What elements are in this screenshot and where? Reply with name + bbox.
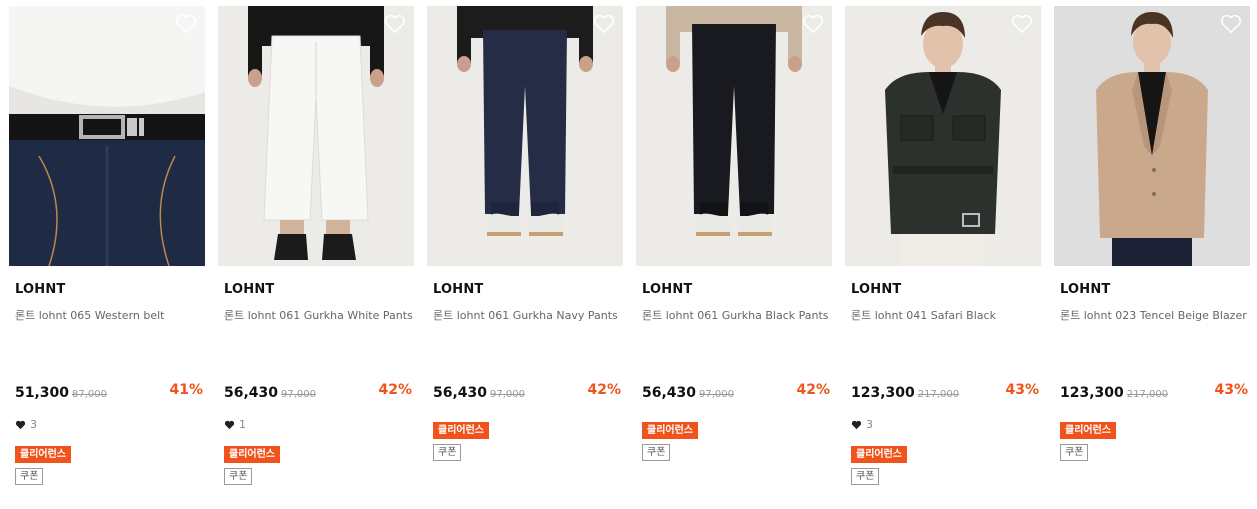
original-price: 97,000: [281, 389, 317, 400]
product-image-safari-jacket[interactable]: [845, 6, 1041, 266]
heart-filled-icon: [15, 420, 26, 429]
original-price: 97,000: [699, 389, 735, 400]
discount-rate: 41%: [169, 382, 203, 398]
price-row: 56,430 97,000 42%: [642, 382, 830, 402]
heart-filled-icon: [224, 420, 235, 429]
heart-filled-icon: [851, 420, 862, 429]
like-number: 1: [239, 418, 246, 431]
badge-group: 클리어런스 쿠폰: [1060, 418, 1116, 461]
coupon-badge: 쿠폰: [433, 444, 462, 461]
product-card[interactable]: LOHNT 론트 lohnt 041 Safari Black 123,300 2…: [845, 6, 1041, 506]
wishlist-heart-icon[interactable]: [802, 14, 824, 34]
price-row: 56,430 97,000 42%: [433, 382, 621, 402]
coupon-badge: 쿠폰: [1060, 444, 1089, 461]
product-image-navy-pants[interactable]: [427, 6, 623, 266]
product-brand[interactable]: LOHNT: [851, 282, 902, 297]
product-name[interactable]: 론트 lohnt 023 Tencel Beige Blazer: [1060, 307, 1247, 323]
product-brand[interactable]: LOHNT: [642, 282, 693, 297]
clearance-badge: 클리어런스: [15, 446, 71, 463]
price-row: 56,430 97,000 42%: [224, 382, 412, 402]
sale-price: 56,430: [433, 385, 488, 401]
product-image-belt[interactable]: [9, 6, 205, 266]
product-card[interactable]: LOHNT 론트 lohnt 023 Tencel Beige Blazer 1…: [1054, 6, 1250, 506]
discount-rate: 42%: [587, 382, 621, 398]
product-image-white-pants[interactable]: [218, 6, 414, 266]
product-name[interactable]: 론트 lohnt 061 Gurkha White Pants: [224, 307, 413, 323]
like-number: 3: [866, 418, 873, 431]
badge-group: 클리어런스 쿠폰: [15, 442, 71, 485]
coupon-badge: 쿠폰: [15, 468, 44, 485]
badge-group: 클리어런스 쿠폰: [433, 418, 489, 461]
product-brand[interactable]: LOHNT: [1060, 282, 1111, 297]
sale-price: 56,430: [642, 385, 697, 401]
sale-price: 123,300: [1060, 385, 1124, 401]
price-row: 123,300 217,000 43%: [851, 382, 1039, 402]
badge-group: 클리어런스 쿠폰: [224, 442, 280, 485]
price-row: 123,300 217,000 43%: [1060, 382, 1248, 402]
wishlist-heart-icon[interactable]: [1220, 14, 1242, 34]
original-price: 217,000: [917, 389, 960, 400]
product-name[interactable]: 론트 lohnt 061 Gurkha Black Pants: [642, 307, 829, 323]
product-image-black-pants[interactable]: [636, 6, 832, 266]
sale-price: 51,300: [15, 385, 70, 401]
product-brand[interactable]: LOHNT: [15, 282, 66, 297]
discount-rate: 42%: [796, 382, 830, 398]
coupon-badge: 쿠폰: [224, 468, 253, 485]
sale-price: 56,430: [224, 385, 279, 401]
product-grid: LOHNT 론트 lohnt 065 Western belt 51,300 87…: [0, 0, 1257, 509]
coupon-badge: 쿠폰: [642, 444, 671, 461]
like-count: 3: [15, 418, 37, 431]
like-number: 3: [30, 418, 37, 431]
product-name[interactable]: 론트 lohnt 061 Gurkha Navy Pants: [433, 307, 618, 323]
price-row: 51,300 87,000 41%: [15, 382, 203, 402]
wishlist-heart-icon[interactable]: [593, 14, 615, 34]
wishlist-heart-icon[interactable]: [384, 14, 406, 34]
wishlist-heart-icon[interactable]: [175, 14, 197, 34]
coupon-badge: 쿠폰: [851, 468, 880, 485]
discount-rate: 43%: [1005, 382, 1039, 398]
like-count: 3: [851, 418, 873, 431]
discount-rate: 43%: [1214, 382, 1248, 398]
product-card[interactable]: LOHNT 론트 lohnt 065 Western belt 51,300 87…: [9, 6, 205, 506]
product-image-beige-blazer[interactable]: [1054, 6, 1250, 266]
badge-group: 클리어런스 쿠폰: [642, 418, 698, 461]
clearance-badge: 클리어런스: [224, 446, 280, 463]
product-brand[interactable]: LOHNT: [224, 282, 275, 297]
badge-group: 클리어런스 쿠폰: [851, 442, 907, 485]
original-price: 217,000: [1126, 389, 1169, 400]
clearance-badge: 클리어런스: [1060, 422, 1116, 439]
discount-rate: 42%: [378, 382, 412, 398]
like-count: 1: [224, 418, 246, 431]
original-price: 97,000: [490, 389, 526, 400]
original-price: 87,000: [72, 389, 108, 400]
product-name[interactable]: 론트 lohnt 065 Western belt: [15, 307, 165, 323]
clearance-badge: 클리어런스: [642, 422, 698, 439]
wishlist-heart-icon[interactable]: [1011, 14, 1033, 34]
product-card[interactable]: LOHNT 론트 lohnt 061 Gurkha Black Pants 56…: [636, 6, 832, 506]
product-brand[interactable]: LOHNT: [433, 282, 484, 297]
clearance-badge: 클리어런스: [851, 446, 907, 463]
sale-price: 123,300: [851, 385, 915, 401]
clearance-badge: 클리어런스: [433, 422, 489, 439]
product-card[interactable]: LOHNT 론트 lohnt 061 Gurkha Navy Pants 56,…: [427, 6, 623, 506]
product-card[interactable]: LOHNT 론트 lohnt 061 Gurkha White Pants 56…: [218, 6, 414, 506]
product-name[interactable]: 론트 lohnt 041 Safari Black: [851, 307, 996, 323]
